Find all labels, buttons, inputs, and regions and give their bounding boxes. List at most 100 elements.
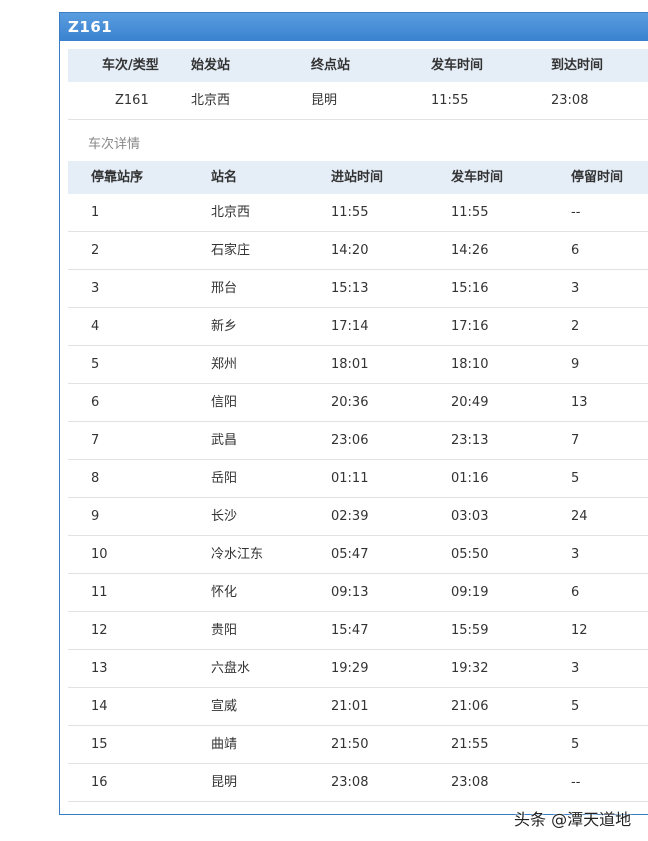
station-name: 宣威	[211, 699, 238, 714]
station-name: 曲靖	[211, 737, 238, 752]
stop-seq: 13	[91, 661, 108, 676]
station-name: 岳阳	[211, 471, 238, 486]
table-row: 12 贵阳 15:47 15:59 12	[68, 612, 648, 650]
depart-time: 18:10	[451, 357, 489, 372]
detail-table-header: 停靠站序 站名 进站时间 发车时间 停留时间	[68, 161, 648, 194]
detail-header-arrive: 进站时间	[331, 170, 384, 185]
depart-time: 15:16	[451, 281, 489, 296]
station-name: 北京西	[211, 205, 251, 220]
summary-header-depart: 发车时间	[431, 58, 484, 73]
station-name: 长沙	[211, 509, 238, 524]
arrive-time: 05:47	[331, 547, 369, 562]
arrive-time: 17:14	[331, 319, 369, 334]
station-name: 昆明	[211, 775, 238, 790]
arrive-time: 18:01	[331, 357, 369, 372]
table-row: 3 邢台 15:13 15:16 3	[68, 270, 648, 308]
table-row: 15 曲靖 21:50 21:55 5	[68, 726, 648, 764]
detail-table-body: 1 北京西 11:55 11:55 -- 2 石家庄 14:20 14:26 6 3 邢台 15:13 1…	[68, 194, 648, 802]
stop-seq: 3	[91, 281, 100, 296]
depart-time: 05:50	[451, 547, 489, 562]
stop-seq: 6	[91, 395, 100, 410]
stop-minutes: 3	[571, 281, 580, 296]
summary-header-row: 车次/类型 始发站 终点站 发车时间 到达时间	[68, 49, 648, 82]
stop-seq: 8	[91, 471, 100, 486]
stop-minutes: 9	[571, 357, 580, 372]
depart-time: 14:26	[451, 243, 489, 258]
detail-header-row: 停靠站序 站名 进站时间 发车时间 停留时间	[68, 161, 648, 194]
arrive-time: 23:08	[331, 775, 369, 790]
station-name: 信阳	[211, 395, 238, 410]
summary-origin: 北京西	[191, 93, 231, 108]
depart-time: 15:59	[451, 623, 489, 638]
summary-train: Z161	[115, 93, 149, 108]
stop-seq: 11	[91, 585, 108, 600]
panel-title: Z161	[60, 13, 648, 41]
station-name: 新乡	[211, 319, 238, 334]
summary-table: 车次/类型 始发站 终点站 发车时间 到达时间 Z161 北京西 昆明 11:5…	[68, 49, 648, 120]
depart-time: 23:08	[451, 775, 489, 790]
stop-minutes: 6	[571, 243, 580, 258]
stop-seq: 4	[91, 319, 100, 334]
table-row: 16 昆明 23:08 23:08 --	[68, 764, 648, 802]
table-row: 6 信阳 20:36 20:49 13	[68, 384, 648, 422]
stop-seq: 7	[91, 433, 100, 448]
station-name: 怀化	[211, 585, 238, 600]
arrive-time: 15:47	[331, 623, 369, 638]
stop-seq: 1	[91, 205, 100, 220]
train-panel: Z161 车次/类型 始发站 终点站 发车时间 到达时间 Z161 北京西 昆明…	[59, 12, 648, 815]
table-row: 14 宣威 21:01 21:06 5	[68, 688, 648, 726]
station-name: 冷水江东	[211, 547, 264, 562]
table-row: 4 新乡 17:14 17:16 2	[68, 308, 648, 346]
depart-time: 23:13	[451, 433, 489, 448]
stop-seq: 10	[91, 547, 108, 562]
arrive-time: 19:29	[331, 661, 369, 676]
stop-seq: 12	[91, 623, 108, 638]
summary-row: Z161 北京西 昆明 11:55 23:08	[68, 82, 648, 120]
arrive-time: 11:55	[331, 205, 369, 220]
station-name: 石家庄	[211, 243, 251, 258]
depart-time: 19:32	[451, 661, 489, 676]
table-row: 10 冷水江东 05:47 05:50 3	[68, 536, 648, 574]
station-name: 邢台	[211, 281, 238, 296]
detail-header-seq: 停靠站序	[91, 170, 144, 185]
station-name: 六盘水	[211, 661, 251, 676]
table-row: 1 北京西 11:55 11:55 --	[68, 194, 648, 232]
arrive-time: 01:11	[331, 471, 369, 486]
stop-minutes: 5	[571, 471, 580, 486]
station-name: 贵阳	[211, 623, 238, 638]
station-name: 武昌	[211, 433, 238, 448]
depart-time: 17:16	[451, 319, 489, 334]
arrive-time: 09:13	[331, 585, 369, 600]
summary-arrive: 23:08	[551, 93, 589, 108]
station-name: 郑州	[211, 357, 238, 372]
stop-seq: 2	[91, 243, 100, 258]
stop-seq: 14	[91, 699, 108, 714]
stop-minutes: 5	[571, 699, 580, 714]
detail-section-label: 车次详情	[88, 137, 141, 152]
table-row: 2 石家庄 14:20 14:26 6	[68, 232, 648, 270]
stop-minutes: 6	[571, 585, 580, 600]
stop-minutes: --	[571, 775, 581, 790]
arrive-time: 21:01	[331, 699, 369, 714]
depart-time: 03:03	[451, 509, 489, 524]
stop-minutes: 3	[571, 547, 580, 562]
stop-seq: 16	[91, 775, 108, 790]
stop-seq: 5	[91, 357, 100, 372]
arrive-time: 15:13	[331, 281, 369, 296]
summary-depart: 11:55	[431, 93, 469, 108]
depart-time: 21:55	[451, 737, 489, 752]
table-row: 5 郑州 18:01 18:10 9	[68, 346, 648, 384]
detail-header-station: 站名	[211, 170, 238, 185]
stop-seq: 15	[91, 737, 108, 752]
summary-destination: 昆明	[311, 93, 338, 108]
table-row: 11 怀化 09:13 09:19 6	[68, 574, 648, 612]
stop-minutes: 13	[571, 395, 588, 410]
stop-minutes: --	[571, 205, 581, 220]
stop-minutes: 5	[571, 737, 580, 752]
arrive-time: 20:36	[331, 395, 369, 410]
summary-header-origin: 始发站	[191, 58, 231, 73]
summary-header-destination: 终点站	[311, 58, 351, 73]
detail-header-stop: 停留时间	[571, 170, 624, 185]
arrive-time: 02:39	[331, 509, 369, 524]
stop-minutes: 24	[571, 509, 588, 524]
